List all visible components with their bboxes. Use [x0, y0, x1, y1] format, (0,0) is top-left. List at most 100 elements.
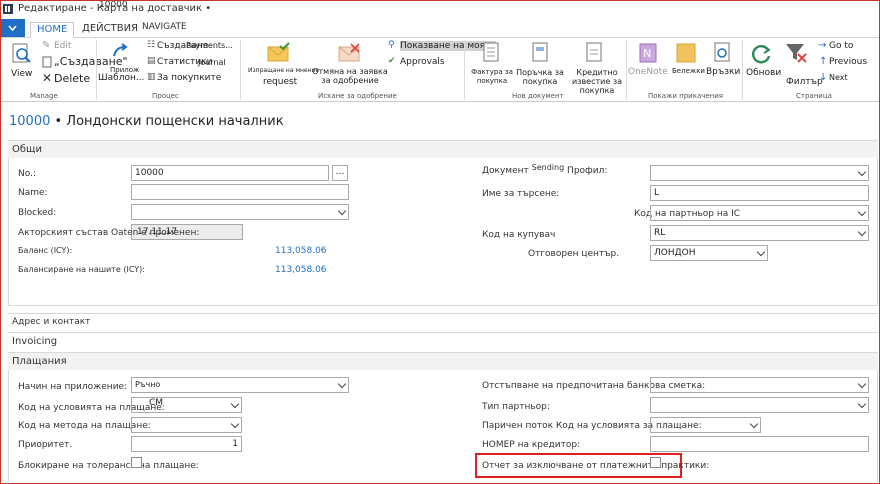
purchaser-label: Код на купувач	[482, 230, 556, 240]
section-invoicing-header[interactable]: Invoicing	[8, 332, 878, 350]
notes-button[interactable]: Бележки	[670, 42, 706, 86]
credit-memo-button[interactable]: Кредитно известие за покупка	[564, 42, 626, 95]
payment-terms-value: CM	[149, 398, 164, 408]
application-method-value: Ръчно	[135, 380, 161, 389]
cancel-approval-button[interactable]: Отмяна на заявка за одобрение	[312, 42, 388, 88]
pencil-icon: ✎	[42, 40, 51, 51]
partner-type-select[interactable]	[650, 397, 869, 413]
chevron-down-icon	[749, 419, 759, 429]
group-approval-label: Искане за одобрение	[318, 92, 397, 100]
arrow-down-icon: ↓	[819, 72, 828, 83]
delete-icon: ✕	[42, 71, 53, 85]
doc-sending-label-part3: Профил:	[567, 166, 608, 176]
purchaser-value: RL	[654, 228, 666, 238]
doc-sending-profile-select[interactable]	[650, 165, 869, 181]
creditor-no-field[interactable]	[650, 436, 869, 452]
blocked-select[interactable]	[131, 204, 349, 220]
window-overlay-id: 10000	[99, 0, 128, 10]
tab-home[interactable]: HOME	[30, 22, 75, 38]
payment-terms-select[interactable]: CM	[131, 397, 242, 413]
search-name-field[interactable]: L	[650, 185, 869, 201]
links-button[interactable]: Връзки	[706, 42, 742, 86]
application-method-select[interactable]: Ръчно	[131, 377, 349, 393]
no-label: No.:	[18, 169, 36, 179]
envelope-check-icon	[267, 42, 290, 62]
filter-clear-icon	[786, 44, 807, 63]
priority-field[interactable]: 1	[131, 436, 242, 452]
purchaser-select[interactable]: RL	[650, 225, 869, 241]
onenote-label: OneNote	[628, 67, 668, 77]
onenote-button[interactable]: N OneNote	[628, 42, 668, 86]
send-approval-button[interactable]: Изпращане на мнение request	[246, 42, 319, 88]
notes-label: Бележки	[672, 67, 705, 75]
preferred-bank-select[interactable]	[650, 377, 869, 393]
onenote-icon: N	[639, 43, 657, 63]
order-icon	[532, 42, 548, 62]
payment-method-select[interactable]	[131, 417, 242, 433]
credit-memo-label: Кредитно известие за покупка	[572, 68, 622, 95]
approvals-icon: ✔	[388, 56, 396, 66]
page-title-name: Лондонски пощенски началник	[66, 114, 284, 129]
section-address-header[interactable]: Адрес и контакт	[8, 313, 878, 331]
next-label: Next	[829, 73, 848, 82]
resp-center-label: Отговорен център.	[528, 249, 620, 259]
chevron-down-icon	[337, 206, 347, 216]
page-title: 10000 • Лондонски пощенски началник	[9, 114, 284, 129]
balance-label: Баланс (ICY):	[18, 246, 73, 255]
ic-partner-select[interactable]	[650, 205, 869, 221]
view-icon	[12, 43, 31, 63]
section-payments-header[interactable]: Плащания	[8, 352, 878, 370]
journal-label[interactable]: Journal	[198, 58, 226, 67]
page-title-no: 10000	[9, 114, 51, 129]
view-button[interactable]: View	[8, 42, 36, 86]
section-general-header[interactable]: Общи	[8, 140, 878, 158]
exclude-payment-practices-checkbox[interactable]	[650, 457, 661, 468]
goto-label: Go to	[829, 41, 854, 51]
name-field[interactable]	[131, 184, 349, 200]
cash-flow-terms-select[interactable]	[650, 417, 761, 433]
ribbon-separator	[626, 40, 627, 100]
balance-due-value[interactable]: 113,058.06	[275, 265, 327, 275]
invoice-button[interactable]: Фактура за покупка	[466, 42, 516, 88]
refresh-label: Обнови	[746, 68, 782, 78]
links-icon	[714, 42, 730, 62]
application-method-label: Начин на приложение:	[18, 382, 128, 392]
ribbon-separator	[464, 40, 465, 100]
invoice-label: Фактура за покупка	[471, 68, 513, 85]
ribbon-separator	[96, 40, 97, 100]
request-label: request	[263, 77, 298, 87]
resp-center-select[interactable]: ЛОНДОН	[650, 245, 768, 261]
templates-button[interactable]: Прилож Шаблон...	[98, 42, 144, 86]
app-icon	[3, 4, 13, 14]
tab-navigate[interactable]: NAVIGATE	[136, 20, 193, 36]
file-menu-button[interactable]	[0, 19, 25, 37]
assist-edit-button[interactable]: …	[332, 165, 348, 181]
for-purchases-label: За покупките	[157, 73, 222, 83]
chevron-down-icon	[230, 419, 240, 429]
title-bar: Редактиране - Карта на доставчик • 10000	[0, 0, 880, 18]
cancel-approval-label: Отмяна на заявка за одобрение	[312, 67, 388, 85]
invoice-icon	[483, 42, 499, 62]
chevron-down-icon	[857, 207, 867, 217]
refresh-button[interactable]: Обнови	[744, 42, 782, 86]
approval-icon: ⚲	[388, 40, 395, 50]
ribbon-separator	[742, 40, 743, 100]
create2-icon: ☷	[147, 40, 156, 50]
tab-actions[interactable]: ДЕЙСТВИЯ	[76, 22, 144, 38]
name-label: Name:	[18, 188, 48, 198]
block-tolerance-checkbox[interactable]	[131, 457, 142, 468]
no-field[interactable]: 10000	[131, 165, 329, 181]
resp-center-value: ЛОНДОН	[654, 248, 696, 258]
links-label: Връзки	[706, 67, 741, 77]
chevron-down-icon	[857, 167, 867, 177]
balance-value[interactable]: 113,058.06	[275, 246, 327, 256]
filter-button[interactable]: Филтър	[782, 42, 823, 87]
edit-label: Edit	[54, 41, 72, 51]
partner-type-label: Тип партньор:	[482, 402, 550, 412]
doc-sending-label-part2: Sending	[531, 163, 565, 172]
chevron-down-icon	[857, 399, 867, 409]
approvals-label: Approvals	[400, 57, 445, 67]
send-approval-label: Изпращане на мнение	[248, 67, 320, 74]
order-button[interactable]: Поръчка за покупка	[516, 42, 564, 88]
search-name-label: Име за търсене:	[482, 189, 560, 199]
